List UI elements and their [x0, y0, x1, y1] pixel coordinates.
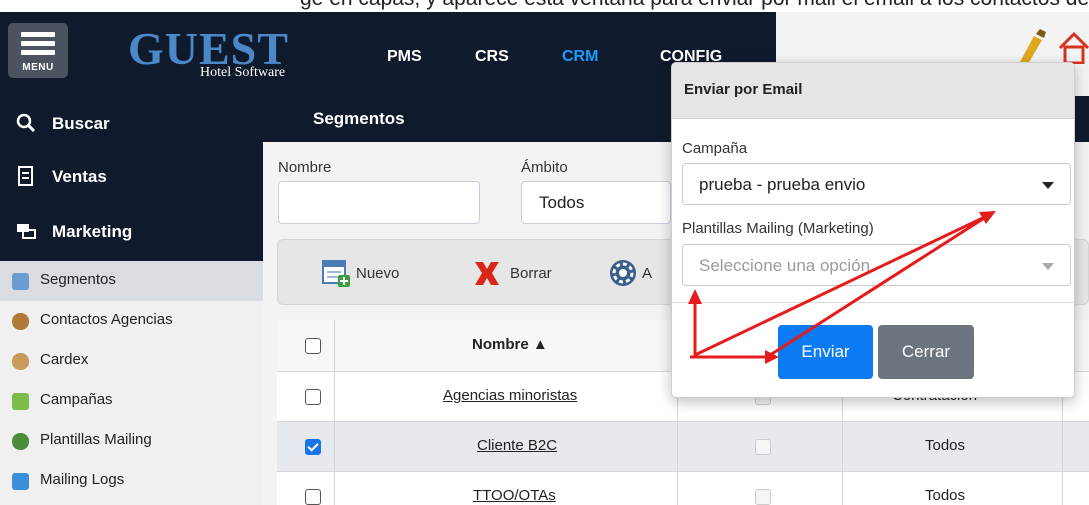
- nombre-filter-input[interactable]: [278, 181, 480, 224]
- table-row[interactable]: TTOO/OTAs Todos: [277, 472, 1089, 505]
- row-checkbox[interactable]: [305, 389, 321, 405]
- chevron-down-icon: [1042, 182, 1054, 189]
- ambito-filter-select[interactable]: Todos: [521, 181, 671, 224]
- row-flag-checkbox: [755, 489, 771, 505]
- nav-crm[interactable]: CRM: [562, 48, 598, 66]
- gear-icon: [610, 260, 636, 286]
- sidebar-item-contactos-agencias[interactable]: Contactos Agencias: [0, 301, 263, 341]
- sidebar-item-label: Ventas: [52, 167, 107, 186]
- modal-footer-divider: [672, 302, 1074, 303]
- row-ambito: Todos: [925, 487, 966, 504]
- sidebar-item-ventas[interactable]: Ventas: [0, 153, 263, 201]
- select-all-checkbox[interactable]: [305, 338, 321, 354]
- sidebar-item-buscar[interactable]: Buscar: [0, 100, 263, 148]
- table-row[interactable]: Cliente B2C Todos: [277, 422, 1089, 472]
- menu-label: MENU: [22, 62, 54, 73]
- close-button[interactable]: Cerrar: [878, 325, 974, 379]
- chevron-down-icon: [1042, 263, 1054, 270]
- sidebar-item-marketing[interactable]: Marketing: [0, 208, 263, 256]
- sidebar-item-mailing-logs[interactable]: Mailing Logs: [0, 461, 263, 501]
- templates-select[interactable]: Seleccione una opción: [682, 244, 1071, 286]
- page-title: Segmentos: [313, 109, 405, 128]
- cardex-icon: [12, 353, 29, 370]
- hamburger-bar: [21, 50, 55, 55]
- hamburger-icon: [21, 32, 55, 37]
- new-icon: [322, 260, 350, 287]
- send-email-modal: Enviar por Email Campaña prueba - prueba…: [671, 62, 1075, 398]
- sidebar-item-campanas[interactable]: Campañas: [0, 381, 263, 421]
- new-button-label: Nuevo: [356, 265, 400, 282]
- ambito-filter-value: Todos: [539, 193, 585, 212]
- top-caption: ge en capas, y aparece esta ventana para…: [0, 0, 1089, 12]
- sidebar: Buscar Ventas Marketing Segmentos Contac…: [0, 96, 263, 505]
- nav-pms[interactable]: PMS: [387, 48, 422, 66]
- modal-header: Enviar por Email: [672, 63, 1074, 119]
- modal-title: Enviar por Email: [684, 81, 803, 98]
- send-button[interactable]: Enviar: [778, 325, 873, 379]
- new-button[interactable]: Nuevo: [321, 258, 421, 288]
- sidebar-item-cardex[interactable]: Cardex: [0, 341, 263, 381]
- sidebar-item-plantillas-mailing[interactable]: Plantillas Mailing: [0, 421, 263, 461]
- row-flag-checkbox: [755, 439, 771, 455]
- app-header: MENU GUEST Hotel Software PMS CRS CRM CO…: [0, 12, 776, 96]
- delete-icon: [475, 262, 499, 285]
- sidebar-item-label: Campañas: [40, 391, 113, 408]
- mailing-templates-icon: [12, 433, 29, 450]
- sidebar-item-label: Cardex: [40, 351, 89, 368]
- column-header-nombre[interactable]: Nombre ▲: [472, 336, 548, 353]
- nombre-filter-label: Nombre: [278, 159, 332, 176]
- clear-icon[interactable]: [1014, 28, 1048, 66]
- sidebar-item-label: Contactos Agencias: [40, 311, 173, 328]
- sidebar-main-menu: Buscar Ventas Marketing: [0, 96, 263, 261]
- sales-icon: [18, 166, 33, 186]
- sidebar-item-label: Marketing: [52, 222, 133, 241]
- sidebar-item-label: Segmentos: [40, 271, 116, 288]
- delete-button-label: Borrar: [510, 265, 552, 282]
- row-ambito: Todos: [925, 437, 966, 454]
- row-nombre-link[interactable]: TTOO/OTAs: [473, 487, 556, 504]
- sidebar-item-segmentos[interactable]: Segmentos: [0, 261, 263, 301]
- home-icon[interactable]: [1058, 30, 1089, 64]
- row-nombre-link[interactable]: Cliente B2C: [477, 437, 557, 454]
- settings-button-label: A: [642, 265, 653, 282]
- campaign-select[interactable]: prueba - prueba envio: [682, 163, 1071, 205]
- sidebar-item-label: Mailing Logs: [40, 471, 125, 488]
- row-checkbox[interactable]: [305, 489, 321, 505]
- mailing-logs-icon: [12, 473, 29, 490]
- agency-contacts-icon: [12, 313, 29, 330]
- search-icon: [16, 113, 36, 133]
- row-checkbox[interactable]: [305, 439, 321, 455]
- marketing-icon: [17, 224, 36, 239]
- column-divider: [334, 320, 335, 505]
- campaign-label: Campaña: [682, 140, 748, 157]
- templates-label: Plantillas Mailing (Marketing): [682, 220, 874, 237]
- nav-crs[interactable]: CRS: [475, 48, 509, 66]
- settings-button[interactable]: A: [608, 258, 668, 288]
- campaign-select-value: prueba - prueba envio: [699, 175, 866, 194]
- row-nombre-link[interactable]: Agencias minoristas: [443, 387, 577, 404]
- delete-button[interactable]: Borrar: [472, 258, 572, 288]
- ambito-filter-label: Ámbito: [521, 159, 568, 176]
- templates-select-placeholder: Seleccione una opción: [699, 256, 871, 275]
- logo-subtitle: Hotel Software: [200, 65, 286, 80]
- menu-button[interactable]: MENU: [8, 23, 68, 78]
- segments-icon: [12, 273, 29, 290]
- campaigns-icon: [12, 393, 29, 410]
- sidebar-item-label: Buscar: [52, 114, 110, 133]
- hamburger-bar: [21, 41, 55, 46]
- sidebar-item-label: Plantillas Mailing: [40, 431, 152, 448]
